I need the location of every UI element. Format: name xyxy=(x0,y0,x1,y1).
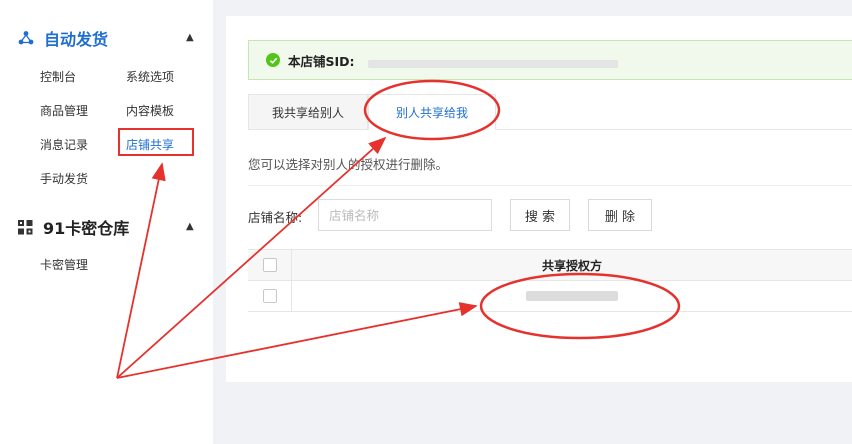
row-checkbox[interactable] xyxy=(262,289,277,303)
menu-group-auto-delivery[interactable]: 自动发货 xyxy=(18,26,108,50)
sid-label: 本店铺SID: xyxy=(288,53,355,69)
sidebar-item-products[interactable]: 商品管理 xyxy=(40,102,88,119)
redacted-sid xyxy=(368,60,618,68)
store-name-input[interactable] xyxy=(318,199,492,231)
tab-underline xyxy=(496,129,852,130)
sidebar-item-message-log[interactable]: 消息记录 xyxy=(40,136,88,153)
sidebar-item-content-templates[interactable]: 内容模板 xyxy=(126,102,174,119)
sidebar-item-system-options[interactable]: 系统选项 xyxy=(126,68,174,85)
sidebar-item-card-management[interactable]: 卡密管理 xyxy=(40,256,88,273)
chevron-up-icon[interactable]: ▲ xyxy=(186,32,194,43)
search-button[interactable]: 搜 索 xyxy=(510,199,570,231)
sidebar: 自动发货 ▲ 控制台 系统选项 商品管理 内容模板 消息记录 店铺共享 手动发货… xyxy=(0,0,213,444)
tab-shared-to-others[interactable]: 我共享给别人 xyxy=(248,94,368,130)
main-panel: 本店铺SID: 我共享给别人 别人共享给我 您可以选择对别人的授权进行删除。 店… xyxy=(226,16,852,382)
menu-group-title: 自动发货 xyxy=(44,30,109,49)
chevron-up-icon[interactable]: ▲ xyxy=(186,221,194,232)
check-circle-icon xyxy=(266,53,280,67)
column-header-authorizer: 共享授权方 xyxy=(541,258,602,273)
select-all-checkbox[interactable] xyxy=(262,258,277,272)
hint-text: 您可以选择对别人的授权进行删除。 xyxy=(248,157,449,172)
sidebar-item-manual-delivery[interactable]: 手动发货 xyxy=(40,170,88,187)
table-header: 共享授权方 xyxy=(248,249,852,281)
divider xyxy=(248,185,852,186)
tab-shared-to-me[interactable]: 别人共享给我 xyxy=(368,94,496,130)
table-row[interactable] xyxy=(248,281,852,312)
grid-icon xyxy=(18,219,33,234)
sidebar-item-dashboard[interactable]: 控制台 xyxy=(40,68,76,85)
share-icon xyxy=(18,31,34,45)
annotation-highlight-box xyxy=(118,128,194,156)
store-name-label: 店铺名称: xyxy=(248,210,303,225)
delete-button[interactable]: 删 除 xyxy=(588,199,652,231)
menu-group-card-warehouse[interactable]: 91卡密仓库 xyxy=(18,215,129,239)
redacted-store-name xyxy=(526,291,618,301)
share-table: 共享授权方 xyxy=(248,249,852,312)
menu-group-title: 91卡密仓库 xyxy=(43,219,130,238)
